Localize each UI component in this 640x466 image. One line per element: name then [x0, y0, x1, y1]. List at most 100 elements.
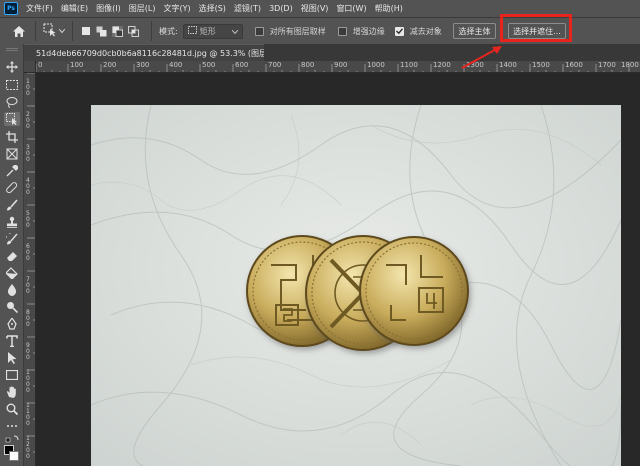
ruler-label: 1000 [26, 369, 30, 394]
path-select-icon[interactable] [4, 351, 20, 365]
eyedropper-icon[interactable] [4, 164, 20, 178]
ruler-label: 700 [26, 276, 30, 295]
chevron-down-icon [58, 26, 66, 36]
tab-strip [264, 44, 640, 61]
ruler-label: 1200 [433, 61, 451, 69]
zoom-icon[interactable] [4, 402, 20, 416]
pen-icon[interactable] [4, 317, 20, 331]
color-swatches[interactable] [4, 445, 20, 463]
ruler-label: 600 [235, 61, 249, 69]
subtract-from-selection-icon[interactable] [112, 25, 123, 37]
options-bar: 模式: 矩形 对所有图层取样 增强边缘 减去对象 选择主体 选择并遮住... [0, 17, 640, 44]
menu-view[interactable]: 视图(V) [301, 3, 329, 14]
select-and-mask-button[interactable]: 选择并遮住... [508, 23, 566, 39]
ruler-label: 1100 [400, 61, 418, 69]
horizontal-ruler[interactable]: 0 100 200 300 400 500 600 700 800 900 10… [36, 61, 640, 73]
separator [35, 21, 36, 41]
panel-grip[interactable] [6, 48, 18, 51]
marquee-icon[interactable] [4, 78, 20, 92]
home-icon[interactable] [10, 22, 28, 40]
menu-bar: Ps 文件(F) 编辑(E) 图像(I) 图层(L) 文字(Y) 选择(S) 滤… [0, 0, 640, 17]
lasso-icon[interactable] [4, 95, 20, 109]
enhance-edge-checkbox[interactable]: 增强边缘 [337, 26, 385, 37]
menu-filter[interactable]: 滤镜(T) [234, 3, 261, 14]
ruler-label: 1300 [466, 61, 484, 69]
ruler-label: 500 [202, 61, 216, 69]
blur-icon[interactable] [4, 283, 20, 297]
ruler-label: 300 [136, 61, 150, 69]
dodge-icon[interactable] [4, 300, 20, 314]
ruler-label: 500 [26, 210, 30, 229]
new-selection-icon[interactable] [80, 26, 91, 37]
crop-icon[interactable] [4, 130, 20, 144]
mode-select[interactable]: 矩形 [182, 23, 243, 39]
background-color-swatch[interactable] [9, 451, 19, 461]
more-tools-icon[interactable] [4, 419, 20, 433]
ruler-label: 1200 [26, 435, 30, 460]
enhance-edge-label: 增强边缘 [352, 26, 385, 36]
ruler-label: 100 [70, 61, 84, 69]
eraser-icon[interactable] [4, 249, 20, 263]
separator [151, 21, 152, 41]
ruler-label: 1500 [532, 61, 550, 69]
type-icon[interactable] [4, 334, 20, 348]
history-brush-icon[interactable] [4, 232, 20, 246]
ruler-label: 300 [26, 144, 30, 163]
ruler-label: 1100 [26, 402, 30, 427]
subtract-object-checkbox[interactable]: 减去对象 [394, 26, 442, 37]
separator [72, 21, 73, 41]
menu-file[interactable]: 文件(F) [26, 3, 53, 14]
menu-image[interactable]: 图像(I) [96, 3, 121, 14]
ruler-label: 1400 [499, 61, 517, 69]
ruler-label: 0 [38, 61, 43, 69]
ruler-origin[interactable] [24, 61, 36, 73]
object-select-preset-icon [43, 23, 57, 40]
ruler-label: 800 [301, 61, 315, 69]
ruler-label: 400 [26, 177, 30, 196]
move-icon[interactable] [4, 60, 20, 74]
menu-type[interactable]: 文字(Y) [163, 3, 190, 14]
menu-select[interactable]: 选择(S) [199, 3, 226, 14]
ruler-label: 800 [26, 309, 30, 328]
ruler-label: 1700 [598, 61, 616, 69]
menu-window[interactable]: 窗口(W) [336, 3, 366, 14]
ruler-label: 200 [26, 111, 30, 130]
ruler-label: 1800 [621, 61, 639, 69]
object-select-icon[interactable] [4, 112, 20, 126]
mode-label: 模式: [159, 26, 178, 36]
menu-edit[interactable]: 编辑(E) [61, 3, 88, 14]
document-tab[interactable]: 51d4deb66709d0cb0b6a8116c28481d.jpg @ 53… [24, 44, 321, 61]
menu-3d[interactable]: 3D(D) [269, 4, 293, 13]
brush-icon[interactable] [4, 198, 20, 212]
sample-all-layers-checkbox[interactable]: 对所有图层取样 [254, 26, 326, 37]
ruler-label: 1000 [367, 61, 385, 69]
frame-icon[interactable] [4, 147, 20, 161]
add-to-selection-icon[interactable] [96, 26, 107, 37]
checkbox-icon [337, 26, 347, 36]
sample-all-layers-label: 对所有图层取样 [269, 26, 326, 36]
clone-stamp-icon[interactable] [4, 215, 20, 229]
select-subject-button[interactable]: 选择主体 [453, 23, 496, 39]
ruler-label: 600 [26, 243, 30, 262]
vertical-ruler[interactable]: 100 200 300 400 500 600 700 800 900 1000 1100 1200 [24, 73, 36, 466]
document-canvas[interactable] [37, 73, 640, 466]
hand-icon[interactable] [4, 385, 20, 399]
ruler-label: 400 [169, 61, 183, 69]
checkmark-icon [394, 26, 404, 36]
ruler-label: 100 [26, 78, 30, 97]
ruler-label: 900 [334, 61, 348, 69]
healing-brush-icon[interactable] [4, 181, 20, 195]
intersect-selection-icon[interactable] [128, 25, 139, 37]
rectangle-icon[interactable] [4, 368, 20, 382]
photoshop-logo: Ps [4, 2, 18, 15]
menu-layer[interactable]: 图层(L) [129, 3, 156, 14]
swap-colors-icon[interactable] [4, 434, 20, 444]
coins-photo [91, 105, 621, 466]
paint-bucket-icon[interactable] [4, 266, 20, 280]
rectangle-mode-icon [187, 26, 197, 36]
ruler-label: 1600 [565, 61, 583, 69]
checkbox-icon [254, 26, 264, 36]
tool-preset-picker[interactable] [43, 23, 66, 40]
tools-panel [0, 44, 24, 466]
menu-help[interactable]: 帮助(H) [375, 3, 403, 14]
